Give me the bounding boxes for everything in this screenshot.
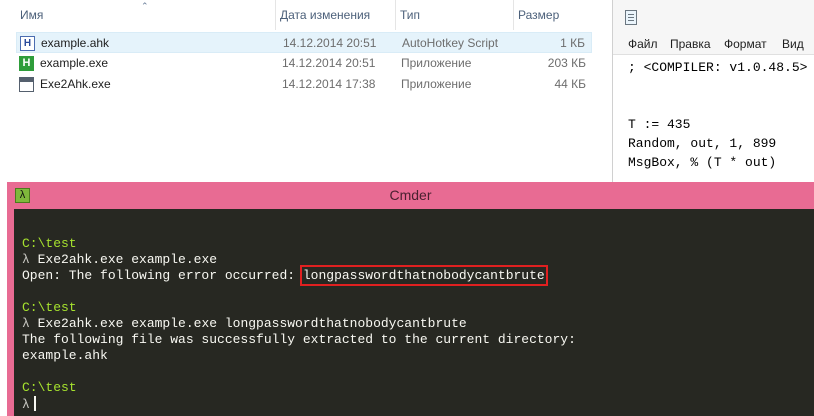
file-type: Приложение bbox=[401, 56, 472, 70]
file-size: 1 КБ bbox=[560, 36, 585, 50]
file-size: 203 КБ bbox=[547, 56, 586, 70]
notepad-editor[interactable]: ; <COMPILER: v1.0.48.5> T := 435 Random, o… bbox=[628, 58, 807, 172]
menu-format[interactable]: Формат bbox=[724, 34, 767, 54]
file-row[interactable]: H example.exe 14.12.2014 20:51 Приложени… bbox=[16, 53, 592, 74]
file-row[interactable]: Exe2Ahk.exe 14.12.2014 17:38 Приложение … bbox=[16, 74, 592, 95]
column-date[interactable]: Дата изменения bbox=[275, 0, 395, 30]
menu-file[interactable]: Файл bbox=[628, 34, 658, 54]
code-line: Random, out, 1, 899 bbox=[628, 136, 777, 151]
file-explorer: Имя ⌃ Дата изменения Тип Размер H exampl… bbox=[0, 0, 600, 182]
lambda-prompt-icon: λ bbox=[22, 252, 30, 267]
column-size-label: Размер bbox=[518, 8, 560, 22]
command-line: λ Exe2ahk.exe example.exe bbox=[22, 252, 217, 268]
error-text: Open: The following error occurred: bbox=[22, 268, 303, 283]
text-cursor bbox=[33, 396, 36, 411]
window-app-icon bbox=[19, 77, 34, 92]
command-text: Exe2ahk.exe example.exe longpasswordthat… bbox=[29, 316, 467, 331]
ahk-script-icon: H bbox=[20, 36, 35, 51]
file-name: Exe2Ahk.exe bbox=[40, 77, 111, 91]
column-name-label: Имя bbox=[20, 8, 44, 22]
file-type: Приложение bbox=[401, 77, 472, 91]
sort-up-icon: ⌃ bbox=[141, 1, 149, 11]
code-line: ; <COMPILER: v1.0.48.5> bbox=[628, 60, 808, 75]
cmder-titlebar[interactable]: λ Cmder bbox=[7, 182, 814, 209]
terminal-area[interactable]: C:\test λ Exe2ahk.exe example.exe Open: … bbox=[14, 209, 814, 416]
code-line: MsgBox, % (T * out) bbox=[628, 155, 777, 170]
column-header: Имя ⌃ Дата изменения Тип Размер bbox=[0, 0, 600, 30]
notepad-icon bbox=[625, 10, 637, 25]
notepad-titlebar[interactable] bbox=[613, 0, 814, 34]
column-size[interactable]: Размер bbox=[513, 0, 599, 30]
window-title: Cmder bbox=[389, 187, 432, 203]
output-line: Open: The following error occurred: long… bbox=[22, 265, 548, 286]
prompt-path: C:\test bbox=[22, 300, 77, 315]
command-line: λ Exe2ahk.exe example.exe longpasswordth… bbox=[22, 316, 467, 332]
file-name: example.exe bbox=[40, 56, 109, 70]
lambda-prompt-icon: λ bbox=[22, 316, 30, 331]
output-line: The following file was successfully extr… bbox=[22, 332, 576, 347]
column-date-label: Дата изменения bbox=[280, 8, 371, 22]
file-date: 14.12.2014 20:51 bbox=[282, 56, 376, 70]
menu-edit[interactable]: Правка bbox=[670, 34, 711, 54]
command-text: Exe2ahk.exe example.exe bbox=[29, 252, 218, 267]
prompt-path: C:\test bbox=[22, 380, 77, 395]
code-line: T := 435 bbox=[628, 117, 691, 132]
file-type: AutoHotkey Script bbox=[402, 36, 499, 50]
cmder-window: λ Cmder C:\test λ Exe2ahk.exe example.ex… bbox=[7, 182, 814, 416]
file-date: 14.12.2014 17:38 bbox=[282, 77, 376, 91]
highlighted-password: longpasswordthatnobodycantbrute bbox=[299, 265, 548, 286]
notepad-menubar: Файл Правка Формат Вид bbox=[613, 34, 814, 55]
file-name: example.ahk bbox=[41, 36, 110, 50]
menu-view[interactable]: Вид bbox=[782, 34, 804, 54]
file-date: 14.12.2014 20:51 bbox=[283, 36, 377, 50]
column-type-label: Тип bbox=[400, 8, 421, 22]
prompt-path: C:\test bbox=[22, 236, 77, 251]
output-line: example.ahk bbox=[22, 348, 108, 363]
column-type[interactable]: Тип bbox=[395, 0, 513, 30]
file-list: H example.ahk 14.12.2014 20:51 AutoHotke… bbox=[16, 32, 592, 95]
notepad-window: Файл Правка Формат Вид ; <COMPILER: v1.0… bbox=[612, 0, 814, 182]
command-line[interactable]: λ bbox=[22, 396, 36, 413]
lambda-prompt-icon: λ bbox=[22, 397, 30, 412]
file-size: 44 КБ bbox=[554, 77, 586, 91]
file-row[interactable]: H example.ahk 14.12.2014 20:51 AutoHotke… bbox=[16, 32, 592, 53]
exe-app-icon: H bbox=[19, 56, 34, 71]
